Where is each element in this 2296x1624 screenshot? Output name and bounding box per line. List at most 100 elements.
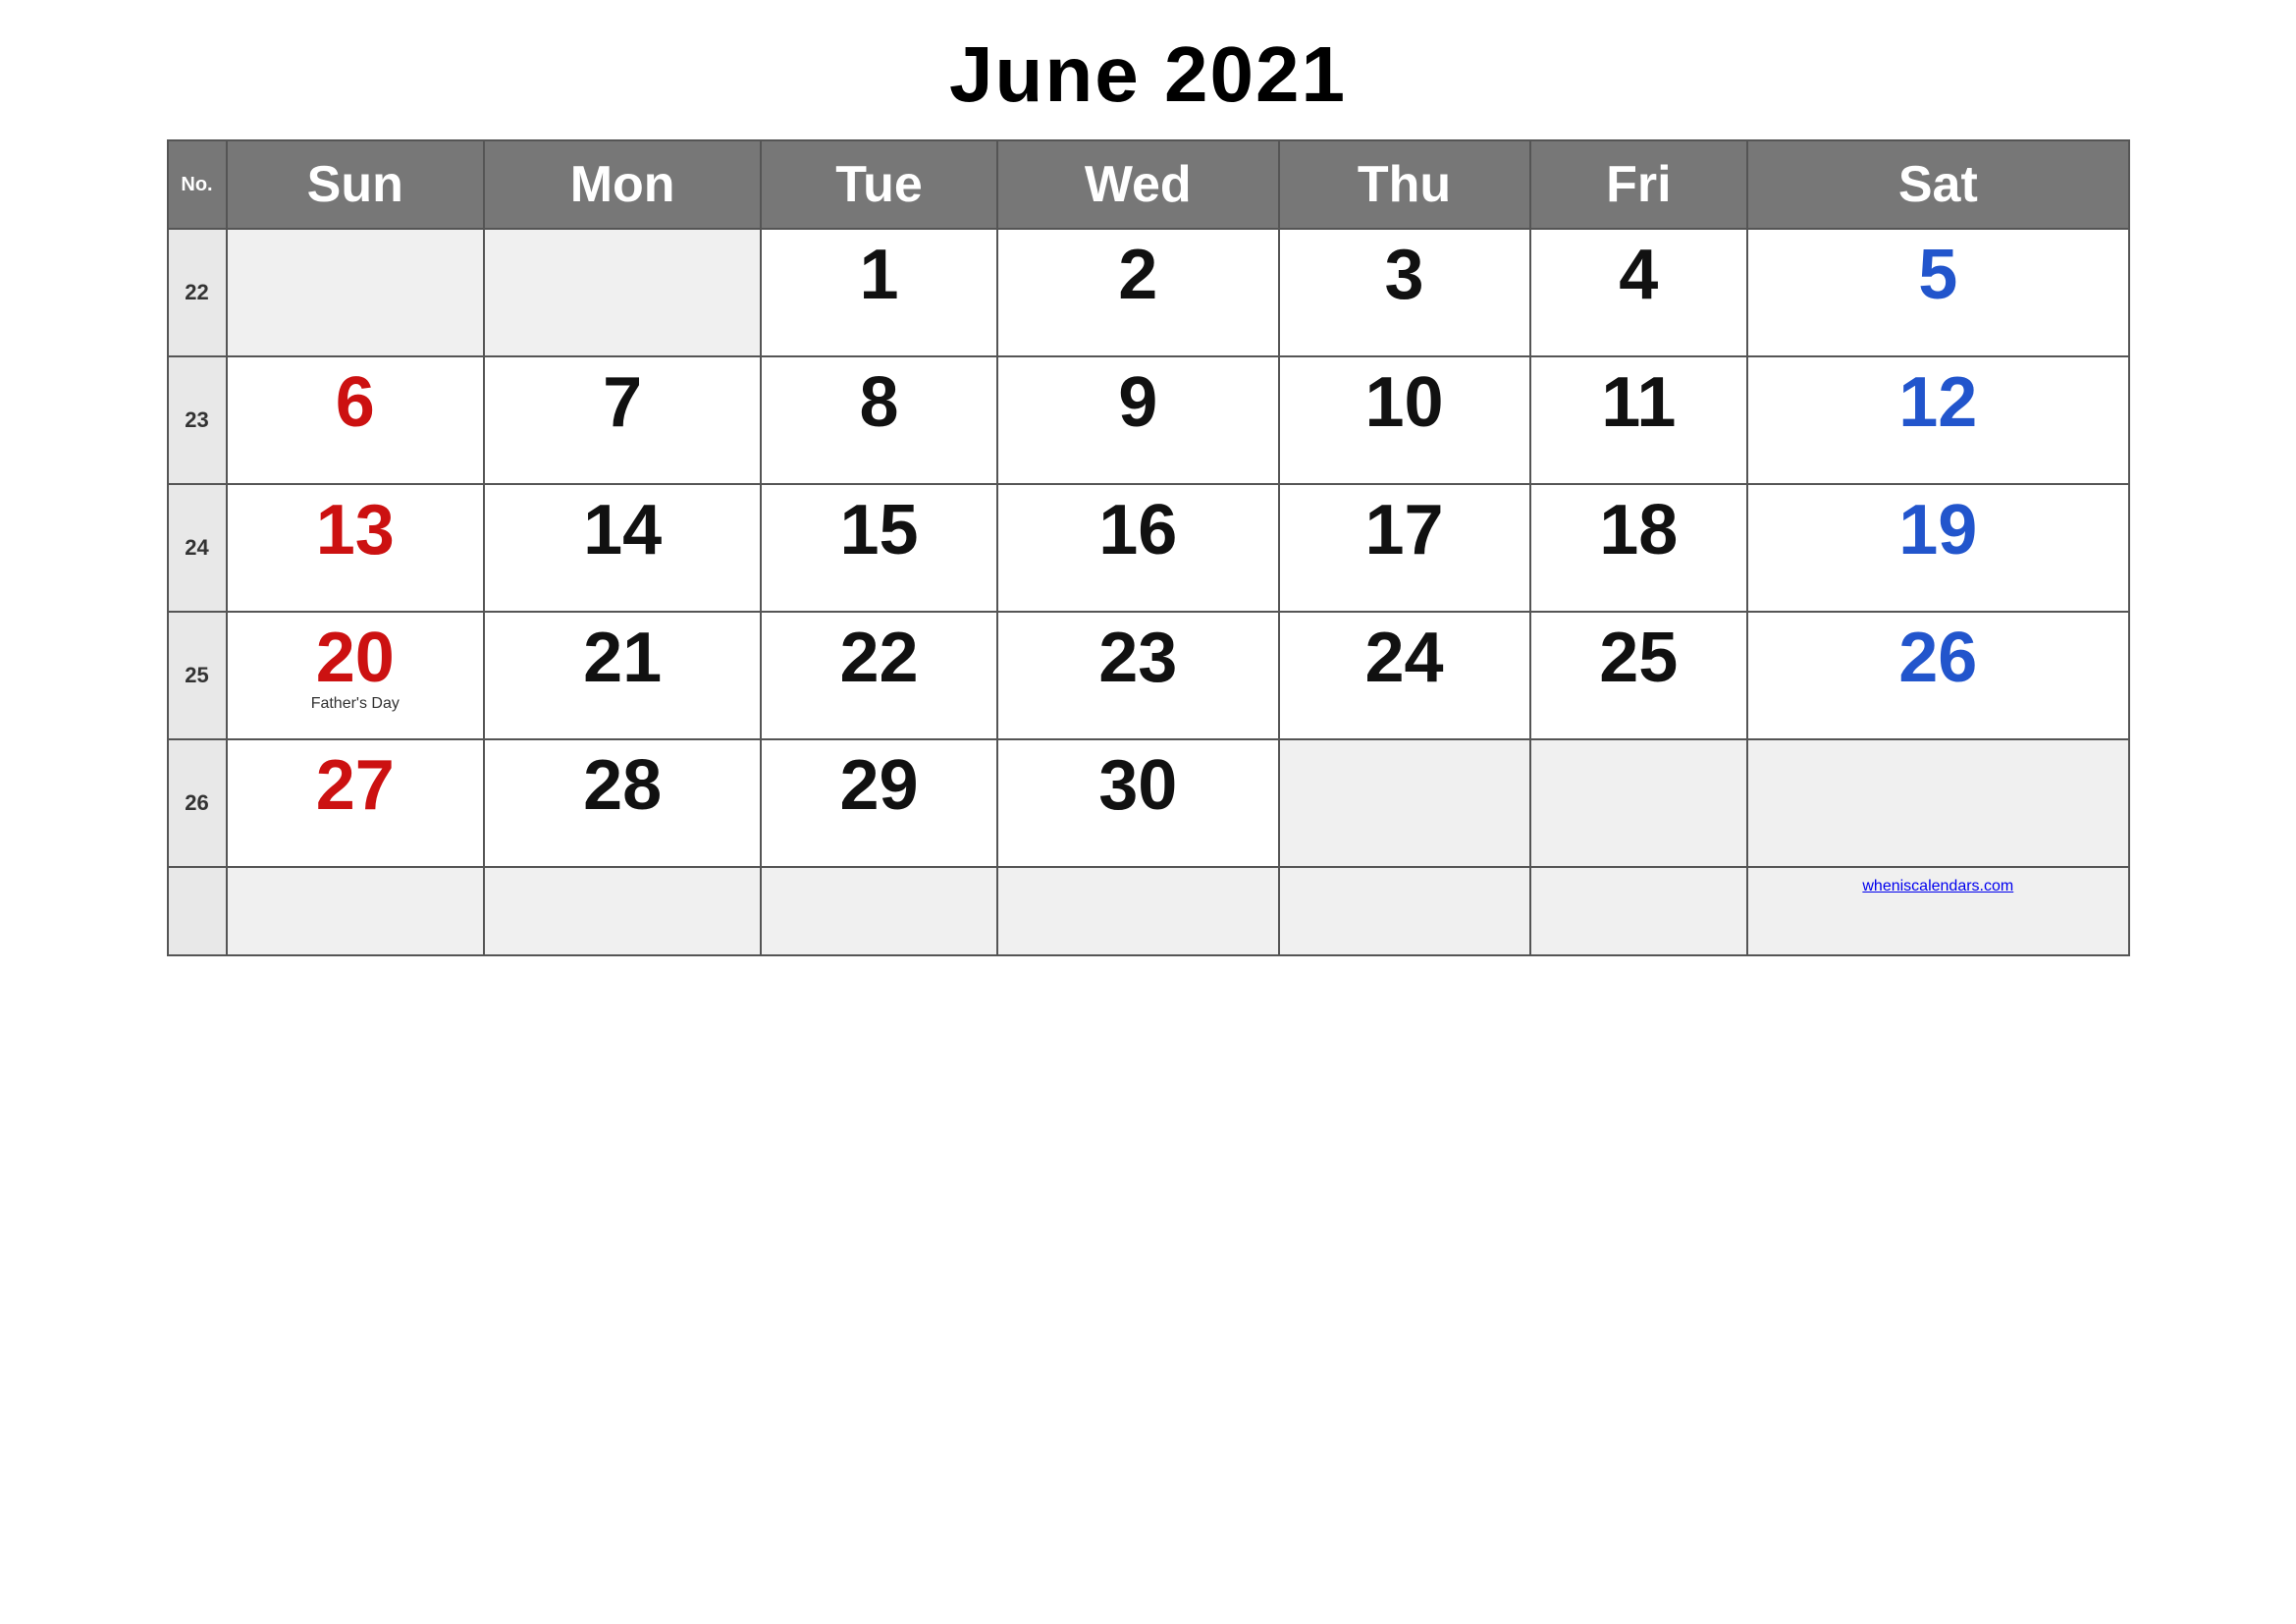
day-cell[interactable]: 12	[1747, 356, 2128, 484]
header-sat: Sat	[1747, 140, 2128, 229]
calendar-header: No. Sun Mon Tue Wed Thu Fri Sat	[168, 140, 2129, 229]
day-cell[interactable]: 20 Father's Day	[227, 612, 485, 739]
day-cell[interactable]: 17	[1279, 484, 1530, 612]
week-number-empty	[168, 867, 227, 955]
day-cell[interactable]: 16	[997, 484, 1279, 612]
header-thu: Thu	[1279, 140, 1530, 229]
day-number: 25	[1539, 623, 1739, 693]
header-fri: Fri	[1530, 140, 1748, 229]
day-cell[interactable]: 8	[761, 356, 997, 484]
calendar-wrapper: No. Sun Mon Tue Wed Thu Fri Sat 22123452…	[167, 139, 2130, 956]
day-cell-empty	[1530, 867, 1748, 955]
day-number: 9	[1006, 367, 1270, 438]
day-number: 29	[770, 750, 988, 821]
header-tue: Tue	[761, 140, 997, 229]
day-number: 3	[1288, 240, 1522, 310]
day-cell[interactable]	[227, 229, 485, 356]
watermark-cell: wheniscalendars.com	[1747, 867, 2128, 955]
day-cell[interactable]: 29	[761, 739, 997, 867]
day-cell[interactable]: 22	[761, 612, 997, 739]
day-cell[interactable]: 27	[227, 739, 485, 867]
week-number: 24	[168, 484, 227, 612]
day-number: 18	[1539, 495, 1739, 566]
week-number: 26	[168, 739, 227, 867]
day-number: 10	[1288, 367, 1522, 438]
day-cell[interactable]: 23	[997, 612, 1279, 739]
day-cell[interactable]: 11	[1530, 356, 1748, 484]
extra-row: wheniscalendars.com	[168, 867, 2129, 955]
week-number: 22	[168, 229, 227, 356]
day-number: 8	[770, 367, 988, 438]
page-title: June 2021	[949, 29, 1347, 120]
day-number: 22	[770, 623, 988, 693]
day-cell[interactable]: 3	[1279, 229, 1530, 356]
day-cell[interactable]: 30	[997, 739, 1279, 867]
watermark-link[interactable]: wheniscalendars.com	[1862, 878, 2013, 894]
day-cell[interactable]: 2	[997, 229, 1279, 356]
day-number: 15	[770, 495, 988, 566]
day-number: 23	[1006, 623, 1270, 693]
week-number: 25	[168, 612, 227, 739]
day-cell-empty	[484, 867, 761, 955]
header-wed: Wed	[997, 140, 1279, 229]
day-number: 30	[1006, 750, 1270, 821]
week-row: 2520Father's Day212223242526	[168, 612, 2129, 739]
day-number: 24	[1288, 623, 1522, 693]
day-cell[interactable]: 13	[227, 484, 485, 612]
day-cell[interactable]: 25	[1530, 612, 1748, 739]
day-number: 1	[770, 240, 988, 310]
day-number: 21	[493, 623, 752, 693]
holiday-label: Father's Day	[236, 695, 476, 713]
day-cell[interactable]: 15	[761, 484, 997, 612]
day-cell[interactable]: 4	[1530, 229, 1748, 356]
day-cell[interactable]: 24	[1279, 612, 1530, 739]
day-number: 13	[236, 495, 476, 566]
day-cell[interactable]: 9	[997, 356, 1279, 484]
week-row: 262728 29 30	[168, 739, 2129, 867]
day-cell-empty	[997, 867, 1279, 955]
day-cell[interactable]	[484, 229, 761, 356]
day-number: 4	[1539, 240, 1739, 310]
day-number: 6	[236, 367, 476, 438]
day-cell[interactable]: 21	[484, 612, 761, 739]
day-cell[interactable]: 5	[1747, 229, 2128, 356]
day-number: 20	[236, 623, 476, 693]
day-cell[interactable]: 19	[1747, 484, 2128, 612]
week-row: 236789 101112	[168, 356, 2129, 484]
day-cell-empty	[761, 867, 997, 955]
week-row: 22 12345	[168, 229, 2129, 356]
day-cell[interactable]: 1	[761, 229, 997, 356]
header-sun: Sun	[227, 140, 485, 229]
day-cell-empty	[227, 867, 485, 955]
day-number: 26	[1756, 623, 2119, 693]
header-mon: Mon	[484, 140, 761, 229]
day-cell[interactable]: 18	[1530, 484, 1748, 612]
day-cell[interactable]	[1279, 739, 1530, 867]
day-cell[interactable]: 10	[1279, 356, 1530, 484]
calendar-table: No. Sun Mon Tue Wed Thu Fri Sat 22123452…	[167, 139, 2130, 956]
day-cell[interactable]	[1747, 739, 2128, 867]
day-cell[interactable]: 14	[484, 484, 761, 612]
day-cell-empty	[1279, 867, 1530, 955]
header-no: No.	[168, 140, 227, 229]
day-cell[interactable]	[1530, 739, 1748, 867]
day-number: 12	[1756, 367, 2119, 438]
week-number: 23	[168, 356, 227, 484]
day-number: 19	[1756, 495, 2119, 566]
day-number: 28	[493, 750, 752, 821]
day-number: 17	[1288, 495, 1522, 566]
day-cell[interactable]: 6	[227, 356, 485, 484]
day-number: 11	[1539, 367, 1739, 438]
header-row: No. Sun Mon Tue Wed Thu Fri Sat	[168, 140, 2129, 229]
day-cell[interactable]: 7	[484, 356, 761, 484]
day-number: 27	[236, 750, 476, 821]
day-number: 14	[493, 495, 752, 566]
week-row: 241314 15 16 171819	[168, 484, 2129, 612]
day-cell[interactable]: 26	[1747, 612, 2128, 739]
day-number: 16	[1006, 495, 1270, 566]
day-number: 7	[493, 367, 752, 438]
day-number: 2	[1006, 240, 1270, 310]
day-number: 5	[1756, 240, 2119, 310]
day-cell[interactable]: 28	[484, 739, 761, 867]
calendar-body: 221234523678910111224131415161718192520F…	[168, 229, 2129, 955]
